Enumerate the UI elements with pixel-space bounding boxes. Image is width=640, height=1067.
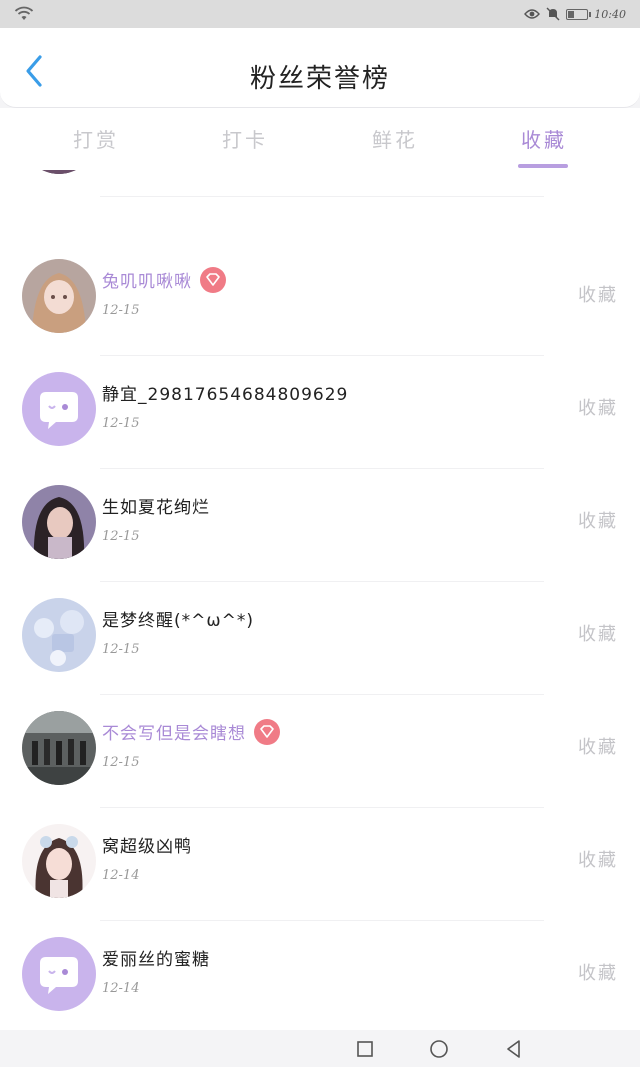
fan-name: 生如夏花绚烂 (102, 498, 210, 518)
tab-flowers[interactable]: 鲜花 (335, 124, 455, 153)
list-item[interactable]: 是梦终醒(*^ω^*) 12-15 收藏 (0, 582, 640, 695)
tab-favorites[interactable]: 收藏 (484, 124, 604, 153)
diamond-badge-icon (200, 267, 226, 293)
status-time: 10:40 (594, 7, 626, 21)
list-item[interactable]: 静宜_29817654684809629 12-15 收藏 (0, 356, 640, 469)
fan-date: 12-14 (102, 868, 140, 883)
system-nav-bar (0, 1030, 640, 1067)
fan-date: 12-15 (102, 303, 140, 318)
eye-icon (524, 9, 541, 19)
favorite-label: 收藏 (578, 963, 618, 984)
diamond-badge-icon (254, 719, 280, 745)
home-icon[interactable] (429, 1039, 449, 1059)
favorite-label: 收藏 (578, 398, 618, 419)
tab-reward[interactable]: 打赏 (36, 124, 156, 153)
fan-date: 12-15 (102, 755, 140, 770)
mute-icon (546, 7, 560, 21)
fan-list: 12-15 收藏 兔叽叽啾啾 12-15 收藏 静宜_2981765468480… (0, 170, 640, 1030)
divider (100, 196, 544, 197)
fan-date: 12-15 (102, 529, 140, 544)
favorite-label: 收藏 (578, 511, 618, 532)
fan-name-text: 兔叽叽啾啾 (102, 272, 192, 292)
recent-apps-icon[interactable] (355, 1039, 375, 1059)
list-item[interactable]: 生如夏花绚烂 12-15 收藏 (0, 469, 640, 582)
tab-bar: 打赏 打卡 鲜花 收藏 (0, 108, 640, 170)
battery-icon (566, 8, 592, 20)
avatar (22, 711, 96, 785)
favorite-label: 收藏 (578, 285, 618, 306)
fan-name: 兔叽叽啾啾 (102, 267, 226, 295)
status-bar: 10:40 (0, 0, 640, 28)
back-triangle-icon[interactable] (504, 1039, 524, 1059)
fan-date: 12-15 (102, 642, 140, 657)
fan-name: 不会写但是会瞎想 (102, 719, 280, 747)
active-tab-indicator (518, 164, 568, 168)
list-item[interactable]: 不会写但是会瞎想 12-15 收藏 (0, 695, 640, 808)
avatar (22, 485, 96, 559)
favorite-label: 收藏 (578, 624, 618, 645)
tab-checkin[interactable]: 打卡 (185, 124, 305, 153)
fan-name: 是梦终醒(*^ω^*) (102, 611, 254, 631)
app-header: 粉丝荣誉榜 (0, 28, 640, 108)
favorite-label: 收藏 (578, 850, 618, 871)
fan-name-text: 不会写但是会瞎想 (102, 724, 246, 744)
page-title: 粉丝荣誉榜 (249, 64, 390, 94)
list-item[interactable]: 12-15 收藏 (0, 170, 640, 197)
list-item[interactable]: 窝超级凶鸭 12-14 收藏 (0, 808, 640, 921)
fan-name: 窝超级凶鸭 (102, 837, 192, 857)
default-chat-avatar-icon (22, 372, 96, 446)
wifi-icon (14, 6, 34, 20)
favorite-label: 收藏 (578, 737, 618, 758)
list-item[interactable]: 兔叽叽啾啾 12-15 收藏 (0, 243, 640, 356)
avatar (22, 259, 96, 333)
fan-name: 爱丽丝的蜜糖 (102, 950, 210, 970)
default-chat-avatar-icon (22, 937, 96, 1011)
fan-date: 12-14 (102, 981, 140, 996)
avatar (22, 170, 96, 174)
fan-date: 12-15 (102, 416, 140, 431)
avatar (22, 824, 96, 898)
fan-name: 静宜_29817654684809629 (102, 385, 349, 405)
avatar (22, 598, 96, 672)
list-item[interactable]: 爱丽丝的蜜糖 12-14 收藏 (0, 921, 640, 1030)
